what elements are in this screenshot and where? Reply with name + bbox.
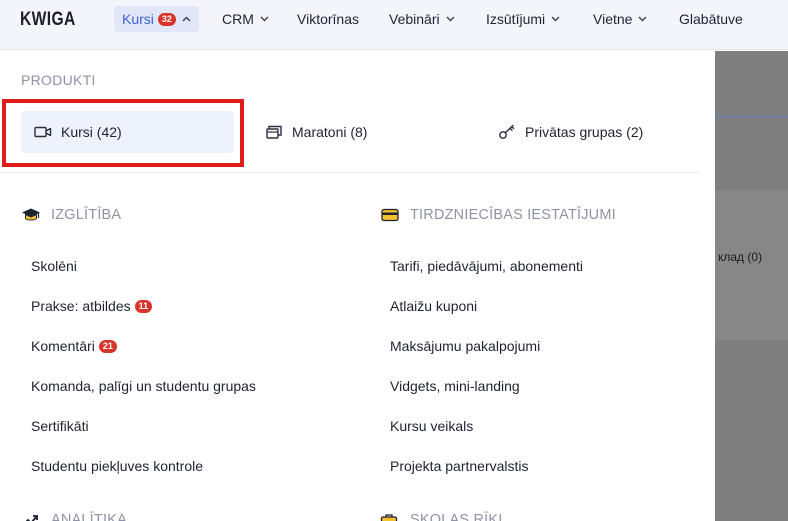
product-label: Privātas grupas (2) xyxy=(525,124,644,140)
category-izglitiba: IZGLĪTĪBA xyxy=(21,207,121,223)
nav-item-viktorinas[interactable]: Viktorīnas xyxy=(289,6,367,32)
key-icon xyxy=(497,124,517,140)
category-heading: ANALĪTIKA xyxy=(51,512,127,521)
nav-item-crm[interactable]: CRM xyxy=(214,6,277,32)
products-heading: PRODUKTI xyxy=(21,72,96,88)
link-projekta-partnervalstis[interactable]: Projekta partnervalstis xyxy=(390,458,529,474)
top-navigation: KWIGA Kursi 32 CRM Viktorīnas Vebināri I… xyxy=(0,0,788,50)
product-privatas-grupas[interactable]: Privātas grupas (2) xyxy=(497,111,643,153)
chevron-down-icon xyxy=(638,14,647,24)
stack-icon xyxy=(264,124,284,140)
komentari-count-badge: 21 xyxy=(98,339,117,353)
link-label: Sertifikāti xyxy=(31,418,89,434)
link-skoleni[interactable]: Skolēni xyxy=(31,258,77,274)
category-heading: SKOLAS RĪKI xyxy=(410,512,503,521)
credit-card-icon xyxy=(380,207,400,223)
nav-item-vietne[interactable]: Vietne xyxy=(585,6,655,32)
nav-item-label: CRM xyxy=(222,11,254,27)
chevron-down-icon xyxy=(260,14,269,24)
category-tirdzniecibas-iestatijumi: TIRDZNIECĪBAS IESTATĪJUMI xyxy=(380,207,616,223)
nav-item-label: Kursi xyxy=(122,11,154,27)
nav-item-vebinari[interactable]: Vebināri xyxy=(381,6,463,32)
nav-item-label: Glabātuve xyxy=(679,11,743,27)
link-label: Maksājumu pakalpojumi xyxy=(390,338,541,354)
chevron-down-icon xyxy=(551,14,560,24)
link-label: Komentāri xyxy=(31,338,95,354)
link-label: Projekta partnervalstis xyxy=(390,458,529,474)
prakse-count-badge: 11 xyxy=(134,299,153,313)
link-label: Vidgets, mini-landing xyxy=(390,378,520,394)
kwiga-logo[interactable]: KWIGA xyxy=(20,9,76,31)
kursi-dropdown-menu: PRODUKTI Kursi (42) Maratoni (8) Privāta… xyxy=(0,51,715,521)
category-heading: TIRDZNIECĪBAS IESTATĪJUMI xyxy=(410,207,616,223)
link-komanda[interactable]: Komanda, palīgi un studentu grupas xyxy=(31,378,256,394)
link-label: Kursu veikals xyxy=(390,418,474,434)
chevron-down-icon xyxy=(446,14,455,24)
toolbox-icon xyxy=(380,512,400,521)
nav-item-label: Izsūtījumi xyxy=(486,11,546,27)
link-tarifi[interactable]: Tarifi, piedāvājumi, abonementi xyxy=(390,258,583,274)
product-label: Maratoni (8) xyxy=(292,124,368,140)
chevron-up-icon xyxy=(182,14,191,24)
graduation-cap-icon xyxy=(21,207,41,223)
background-divider xyxy=(715,116,788,118)
link-sertifikati[interactable]: Sertifikāti xyxy=(31,418,89,434)
link-kursu-veikals[interactable]: Kursu veikals xyxy=(390,418,473,434)
product-maratoni[interactable]: Maratoni (8) xyxy=(264,111,367,153)
link-label: Tarifi, piedāvājumi, abonementi xyxy=(390,258,583,274)
link-label: Komanda, palīgi un studentu grupas xyxy=(31,378,256,394)
nav-item-label: Vietne xyxy=(593,11,633,27)
link-label: Studentu piekļuves kontrole xyxy=(31,458,203,474)
link-komentari[interactable]: Komentāri 21 xyxy=(31,338,117,354)
category-skolas-riki: SKOLAS RĪKI xyxy=(380,512,502,521)
background-partial-text: клад (0) xyxy=(718,250,763,264)
category-heading: IZGLĪTĪBA xyxy=(51,207,122,223)
link-label: Prakse: atbildes xyxy=(31,298,131,314)
nav-item-izsutijumi[interactable]: Izsūtījumi xyxy=(478,6,568,32)
background-card xyxy=(715,190,788,340)
nav-item-label: Viktorīnas xyxy=(297,11,359,27)
link-prakse-atbildes[interactable]: Prakse: atbildes 11 xyxy=(31,298,153,314)
nav-item-label: Vebināri xyxy=(389,11,440,27)
link-label: Atlaižu kuponi xyxy=(390,298,478,314)
chart-trend-icon xyxy=(21,512,41,521)
nav-item-kursi[interactable]: Kursi 32 xyxy=(114,6,199,32)
link-atlaizu-kuponi[interactable]: Atlaižu kuponi xyxy=(390,298,477,314)
link-studentu-piekluves-kontrole[interactable]: Studentu piekļuves kontrole xyxy=(31,458,203,474)
section-divider xyxy=(0,172,700,173)
link-maksajumu-pakalpojumi[interactable]: Maksājumu pakalpojumi xyxy=(390,338,540,354)
category-analitika: ANALĪTIKA xyxy=(21,512,127,521)
kursi-count-badge: 32 xyxy=(157,12,176,26)
link-vidgets[interactable]: Vidgets, mini-landing xyxy=(390,378,520,394)
link-label: Skolēni xyxy=(31,258,77,274)
highlight-box xyxy=(2,99,244,167)
nav-item-glabatuve[interactable]: Glabātuve xyxy=(671,6,751,32)
